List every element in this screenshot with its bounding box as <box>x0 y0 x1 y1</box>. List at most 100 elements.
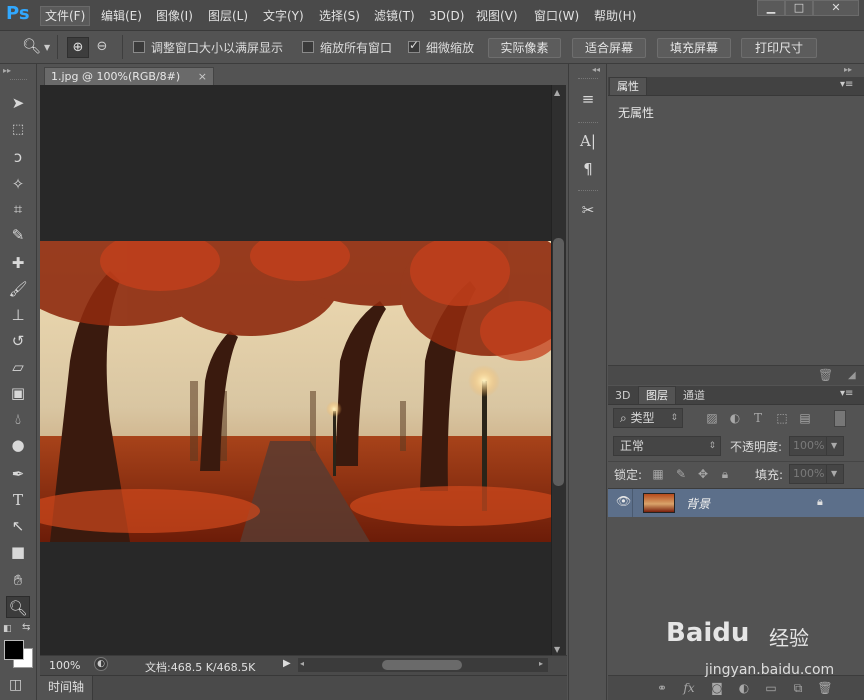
minimize-button[interactable]: ▁ <box>757 0 785 16</box>
panel-menu-icon[interactable]: ▾≡ <box>840 79 853 90</box>
scroll-up-icon[interactable]: ▲ <box>554 88 560 97</box>
menu-select[interactable]: 选择(S) <box>315 6 364 26</box>
menu-filter[interactable]: 滤镜(T) <box>370 6 419 26</box>
document-tab[interactable]: 1.jpg @ 100%(RGB/8#) × <box>44 67 214 85</box>
tab-layers[interactable]: 图层 <box>638 386 676 404</box>
collapse-arrows-icon[interactable]: ◂◂ <box>592 65 600 74</box>
zoom-tool-icon[interactable]: 🔍︎ <box>6 596 30 618</box>
link-layers-icon[interactable]: ⚭ <box>654 680 670 696</box>
menu-layer[interactable]: 图层(L) <box>204 6 252 26</box>
lock-position-icon[interactable]: ✥ <box>695 466 711 482</box>
hand-tool-icon[interactable]: ✋︎ <box>6 569 30 591</box>
move-tool-icon[interactable]: ➤ <box>6 92 30 114</box>
brush-tool-icon[interactable]: 🖌︎ <box>6 278 30 300</box>
eraser-tool-icon[interactable]: ▱ <box>6 356 30 378</box>
foreground-color-swatch[interactable] <box>4 640 24 660</box>
rectangle-tool-icon[interactable]: ■ <box>6 541 30 563</box>
zoom-level[interactable]: 100% <box>49 659 80 672</box>
layer-name[interactable]: 背景 <box>686 495 710 512</box>
delete-layer-icon[interactable]: 🗑︎ <box>817 680 833 696</box>
character-panel-icon[interactable]: A| <box>577 130 599 152</box>
history-brush-tool-icon[interactable]: ↺ <box>6 330 30 352</box>
close-button[interactable]: ✕ <box>813 0 859 16</box>
quick-mask-icon[interactable]: ◫ <box>9 677 22 693</box>
menu-type[interactable]: 文字(Y) <box>259 6 308 26</box>
status-menu-arrow-icon[interactable]: ▶ <box>283 658 291 669</box>
resize-grip-icon[interactable]: ◢ <box>848 370 856 381</box>
menu-window[interactable]: 窗口(W) <box>530 6 583 26</box>
blur-tool-icon[interactable]: 💧︎ <box>6 408 30 430</box>
blend-mode-select[interactable]: 正常 ⇕ <box>613 436 721 456</box>
fill-input[interactable]: 100% <box>789 464 827 484</box>
fill-screen-button[interactable]: 填充屏幕 <box>657 38 731 58</box>
menu-view[interactable]: 视图(V) <box>472 6 522 26</box>
menu-edit[interactable]: 编辑(E) <box>97 6 146 26</box>
maximize-button[interactable]: □ <box>785 0 813 16</box>
lock-image-icon[interactable]: ✎ <box>673 466 689 482</box>
healing-brush-tool-icon[interactable]: ✚ <box>6 252 30 274</box>
tool-presets-icon[interactable]: ✂ <box>577 199 599 221</box>
tool-preset-dropdown-icon[interactable]: ▼ <box>44 43 50 52</box>
layer-row[interactable]: 👁︎ 背景 🔒︎ <box>608 489 864 517</box>
filter-shape-icon[interactable]: ⬚ <box>774 410 790 426</box>
actual-pixels-button[interactable]: 实际像素 <box>488 38 561 58</box>
fill-dropdown-icon[interactable]: ▼ <box>826 464 844 484</box>
collapse-arrows-icon[interactable]: ▸▸ <box>3 66 11 75</box>
trash-icon[interactable]: 🗑︎ <box>818 368 833 382</box>
pen-tool-icon[interactable]: ✒ <box>6 463 30 485</box>
default-colors-icon[interactable]: ◧ <box>3 624 12 634</box>
zoom-tool-icon[interactable]: 🔍︎ <box>22 37 41 55</box>
add-mask-icon[interactable]: ◙ <box>709 680 725 696</box>
clone-stamp-tool-icon[interactable]: ⊥ <box>6 304 30 326</box>
new-layer-icon[interactable]: ⧉ <box>790 680 806 696</box>
marquee-tool-icon[interactable]: ⬚ <box>6 119 30 141</box>
zoom-all-checkbox[interactable] <box>302 41 314 53</box>
filter-type-icon[interactable]: T <box>750 410 766 426</box>
visibility-eye-icon[interactable]: 👁︎ <box>616 494 631 508</box>
layer-style-icon[interactable]: fx <box>681 680 697 696</box>
history-panel-icon[interactable]: ≡ <box>577 88 599 110</box>
eyedropper-tool-icon[interactable]: ✎ <box>6 224 30 246</box>
path-selection-tool-icon[interactable]: ↖ <box>6 515 30 537</box>
tab-3d[interactable]: 3D <box>608 387 637 405</box>
fit-screen-button[interactable]: 适合屏幕 <box>572 38 646 58</box>
opacity-dropdown-icon[interactable]: ▼ <box>826 436 844 456</box>
type-tool-icon[interactable]: T <box>6 489 30 511</box>
gradient-tool-icon[interactable]: ▣ <box>6 382 30 404</box>
swap-colors-icon[interactable]: ⇆ <box>22 622 30 633</box>
menu-file[interactable]: 文件(F) <box>40 6 91 26</box>
lock-transparent-icon[interactable]: ▦ <box>650 466 666 482</box>
filter-smart-object-icon[interactable]: ▤ <box>797 410 813 426</box>
status-info-icon[interactable]: ◐ <box>94 657 108 671</box>
new-group-icon[interactable]: ▭ <box>763 680 779 696</box>
scroll-right-icon[interactable]: ▸ <box>539 659 543 668</box>
filter-pixel-icon[interactable]: ▨ <box>704 410 720 426</box>
paragraph-panel-icon[interactable]: ¶ <box>577 158 599 180</box>
opacity-input[interactable]: 100% <box>789 436 827 456</box>
dodge-tool-icon[interactable]: ● <box>6 434 30 456</box>
scroll-left-icon[interactable]: ◂ <box>300 659 304 668</box>
zoom-out-icon[interactable]: ⊖ <box>91 37 113 58</box>
menu-3d[interactable]: 3D(D) <box>425 6 468 26</box>
scrubby-zoom-checkbox[interactable] <box>408 38 420 53</box>
filter-toggle[interactable] <box>834 410 846 427</box>
crop-tool-icon[interactable]: ⌗ <box>6 198 30 220</box>
filter-adjustment-icon[interactable]: ◐ <box>727 410 743 426</box>
panel-menu-icon[interactable]: ▾≡ <box>840 388 853 399</box>
zoom-in-icon[interactable]: ⊕ <box>67 37 89 58</box>
tab-channels[interactable]: 通道 <box>676 387 712 405</box>
lock-all-icon[interactable]: 🔒︎ <box>717 466 733 482</box>
autumn-park-photo[interactable] <box>40 241 551 542</box>
collapse-arrows-icon[interactable]: ▸▸ <box>844 65 852 74</box>
close-tab-icon[interactable]: × <box>198 70 207 83</box>
resize-windows-checkbox[interactable] <box>133 41 145 53</box>
print-size-button[interactable]: 打印尺寸 <box>741 38 817 58</box>
magic-wand-tool-icon[interactable]: ✧ <box>6 173 30 195</box>
new-adjustment-icon[interactable]: ◐ <box>736 680 752 696</box>
lasso-tool-icon[interactable]: ↄ <box>6 146 30 168</box>
timeline-tab[interactable]: 时间轴 <box>40 676 94 700</box>
vertical-scroll-thumb[interactable] <box>553 238 564 486</box>
menu-image[interactable]: 图像(I) <box>152 6 197 26</box>
menu-help[interactable]: 帮助(H) <box>590 6 640 26</box>
scroll-down-icon[interactable]: ▼ <box>554 645 560 654</box>
